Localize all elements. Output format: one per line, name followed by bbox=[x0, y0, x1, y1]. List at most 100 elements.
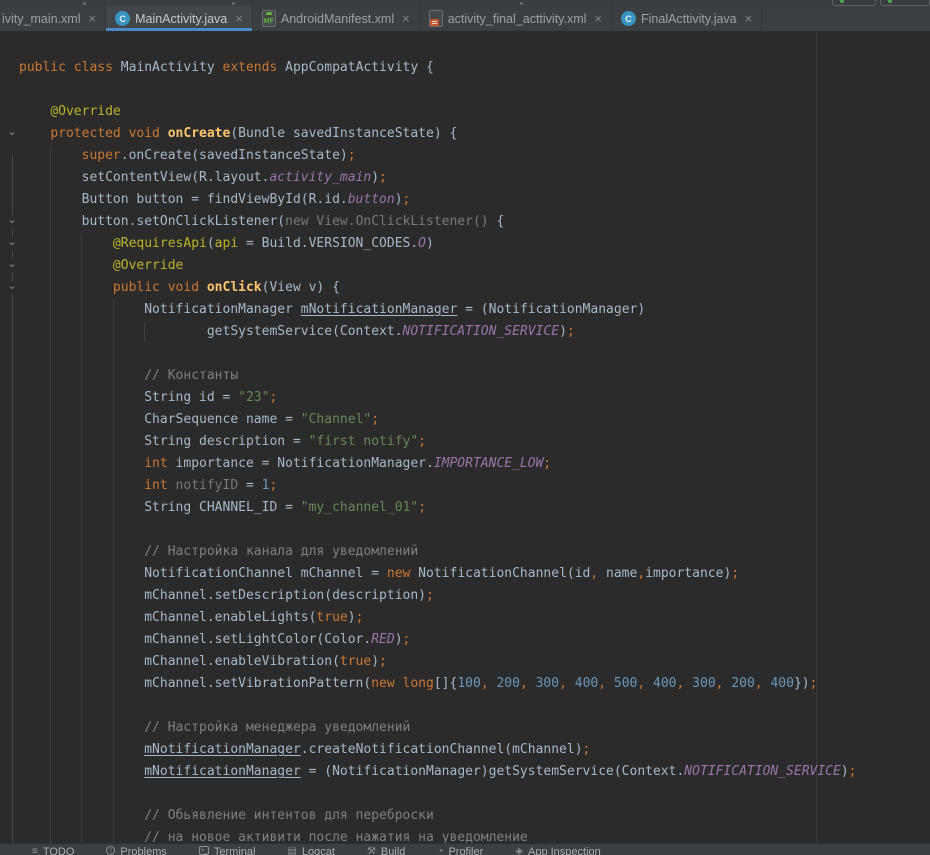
code-token: , bbox=[755, 676, 763, 691]
toolwindow-button-logcat[interactable]: ▤Logcat bbox=[287, 846, 334, 855]
code-token: "my_channel_01" bbox=[301, 500, 418, 515]
code-token: ; bbox=[269, 478, 277, 493]
code-token: 200 bbox=[731, 676, 754, 691]
tab-close-icon[interactable]: × bbox=[402, 12, 410, 25]
code-token: getSystemService(Context. bbox=[207, 324, 403, 339]
editor-tab-activity-final-acttivity-xml[interactable]: activity_final_acttivity.xml× bbox=[420, 6, 612, 31]
code-token: mChannel.enableLights( bbox=[144, 610, 316, 625]
code-token: @Override bbox=[113, 258, 183, 273]
toolwindow-label: App Inspection bbox=[528, 846, 601, 855]
tab-close-icon[interactable]: × bbox=[745, 12, 753, 25]
code-token: ; bbox=[356, 610, 364, 625]
code-token: = (NotificationManager)getSystemService(… bbox=[301, 764, 685, 779]
code-line[interactable]: protected void onCreate(Bundle savedInst… bbox=[19, 123, 857, 145]
code-line[interactable] bbox=[19, 79, 857, 101]
toolwindow-button-app-inspection[interactable]: ◈ App Inspection bbox=[515, 846, 600, 855]
code-line[interactable]: Button button = findViewById(R.id.button… bbox=[19, 189, 857, 211]
code-token: , bbox=[637, 566, 645, 581]
tab-close-icon[interactable]: × bbox=[235, 12, 243, 25]
code-line[interactable]: super.onCreate(savedInstanceState); bbox=[19, 145, 857, 167]
code-token: MainActivity bbox=[113, 60, 223, 75]
code-line[interactable]: mChannel.setVibrationPattern(new long[]{… bbox=[19, 673, 857, 695]
code-token: ; bbox=[403, 632, 411, 647]
editor-tab-mainactivity-java[interactable]: CMainActivity.java× bbox=[106, 6, 253, 31]
code-line[interactable]: mChannel.enableVibration(true); bbox=[19, 651, 857, 673]
editor-tab-finalacttivity-java[interactable]: C FinalActtivity.java × bbox=[612, 6, 762, 31]
code-line[interactable]: CharSequence name = "Channel"; bbox=[19, 409, 857, 431]
code-line[interactable]: // на новое активити после нажатия на ув… bbox=[19, 827, 857, 843]
code-line[interactable]: // Настройка менеджера уведомлений bbox=[19, 717, 857, 739]
code-line[interactable]: NotificationChannel mChannel = new Notif… bbox=[19, 563, 857, 585]
toolwindow-button-problems[interactable]: !Problems bbox=[106, 846, 166, 855]
code-token: = (NotificationManager) bbox=[457, 302, 645, 317]
editor-tab-ivity-main-xml[interactable]: ivity_main.xml× bbox=[0, 6, 106, 31]
code-token: ) bbox=[371, 654, 379, 669]
code-token: // Обьявление интентов для переброски bbox=[144, 808, 434, 823]
code-token: .onCreate(savedInstanceState) bbox=[121, 148, 348, 163]
code-line[interactable]: @Override bbox=[19, 255, 857, 277]
editor-tab-androidmanifest-xml[interactable]: MFAndroidManifest.xml× bbox=[253, 6, 420, 31]
code-token: 400 bbox=[575, 676, 598, 691]
toolbar-dot bbox=[520, 2, 523, 5]
code-line[interactable]: mChannel.setDescription(description); bbox=[19, 585, 857, 607]
code-token bbox=[606, 676, 614, 691]
editor-tab-bar: ivity_main.xml×CMainActivity.java×MFAndr… bbox=[0, 6, 930, 32]
code-line[interactable]: mNotificationManager.createNotificationC… bbox=[19, 739, 857, 761]
code-token: api bbox=[215, 236, 238, 251]
toolwindow-button-todo[interactable]: ≡TODO bbox=[32, 846, 74, 855]
code-token: ; bbox=[379, 170, 387, 185]
code-token: mNotificationManager bbox=[144, 764, 301, 779]
code-token: @RequiresApi bbox=[113, 236, 207, 251]
code-token: NotificationManager bbox=[144, 302, 301, 317]
code-line[interactable]: // Константы bbox=[19, 365, 857, 387]
code-token: , bbox=[559, 676, 567, 691]
code-line[interactable]: @Override bbox=[19, 101, 857, 123]
code-line[interactable]: mChannel.setLightColor(Color.RED); bbox=[19, 629, 857, 651]
code-token: 100 bbox=[457, 676, 480, 691]
java-class-icon: C bbox=[621, 11, 636, 26]
toolwindow-button-build[interactable]: ⚒Build bbox=[367, 846, 405, 855]
toolwindow-button-terminal[interactable]: >_Terminal bbox=[199, 846, 256, 855]
tab-label: FinalActtivity.java bbox=[641, 12, 737, 26]
code-token: { bbox=[496, 214, 504, 229]
code-line[interactable]: String id = "23"; bbox=[19, 387, 857, 409]
code-line[interactable]: String CHANNEL_ID = "my_channel_01"; bbox=[19, 497, 857, 519]
code-token: "23" bbox=[238, 390, 269, 405]
code-line[interactable]: int notifyID = 1; bbox=[19, 475, 857, 497]
code-line[interactable]: @RequiresApi(api = Build.VERSION_CODES.O… bbox=[19, 233, 857, 255]
code-token: activity_main bbox=[269, 170, 371, 185]
code-token: // Константы bbox=[144, 368, 238, 383]
code-line[interactable]: mChannel.enableLights(true); bbox=[19, 607, 857, 629]
code-line[interactable] bbox=[19, 519, 857, 541]
code-line[interactable]: // Обьявление интентов для переброски bbox=[19, 805, 857, 827]
code-line[interactable]: button.setOnClickListener(new View.OnCli… bbox=[19, 211, 857, 233]
code-line[interactable]: setContentView(R.layout.activity_main); bbox=[19, 167, 857, 189]
tab-label: MainActivity.java bbox=[135, 12, 227, 26]
code-token: // Настройка менеджера уведомлений bbox=[144, 720, 410, 735]
code-line[interactable] bbox=[19, 783, 857, 805]
code-token: []{ bbox=[434, 676, 457, 691]
code-token: int bbox=[144, 478, 167, 493]
code-token: @Override bbox=[50, 104, 120, 119]
layout-xml-icon bbox=[429, 10, 443, 27]
code-line[interactable] bbox=[19, 343, 857, 365]
code-token: .createNotificationChannel(mChannel) bbox=[301, 742, 583, 757]
code-line[interactable]: mNotificationManager = (NotificationMana… bbox=[19, 761, 857, 783]
code-line[interactable]: int importance = NotificationManager.IMP… bbox=[19, 453, 857, 475]
code-line[interactable]: public class MainActivity extends AppCom… bbox=[19, 57, 857, 79]
tab-close-icon[interactable]: × bbox=[594, 12, 602, 25]
code-line[interactable]: NotificationManager mNotificationManager… bbox=[19, 299, 857, 321]
problems-icon: ! bbox=[106, 846, 115, 855]
app-inspection-icon: ◈ bbox=[515, 846, 523, 855]
toolwindow-button-profiler[interactable]: ◔Profiler bbox=[437, 846, 483, 855]
code-token: 400 bbox=[653, 676, 676, 691]
code-line[interactable]: // Настройка канала для уведомлений bbox=[19, 541, 857, 563]
code-area[interactable]: public class MainActivity extends AppCom… bbox=[0, 57, 857, 843]
code-editor[interactable]: ⌄⌄⌄⌄⌄ public class MainActivity extends … bbox=[0, 32, 930, 843]
tab-close-icon[interactable]: × bbox=[89, 12, 97, 25]
code-line[interactable]: String description = "first notify"; bbox=[19, 431, 857, 453]
code-line[interactable] bbox=[19, 695, 857, 717]
code-line[interactable]: public void onClick(View v) { bbox=[19, 277, 857, 299]
code-line[interactable]: getSystemService(Context.NOTIFICATION_SE… bbox=[19, 321, 857, 343]
code-token: (View v) { bbox=[262, 280, 340, 295]
